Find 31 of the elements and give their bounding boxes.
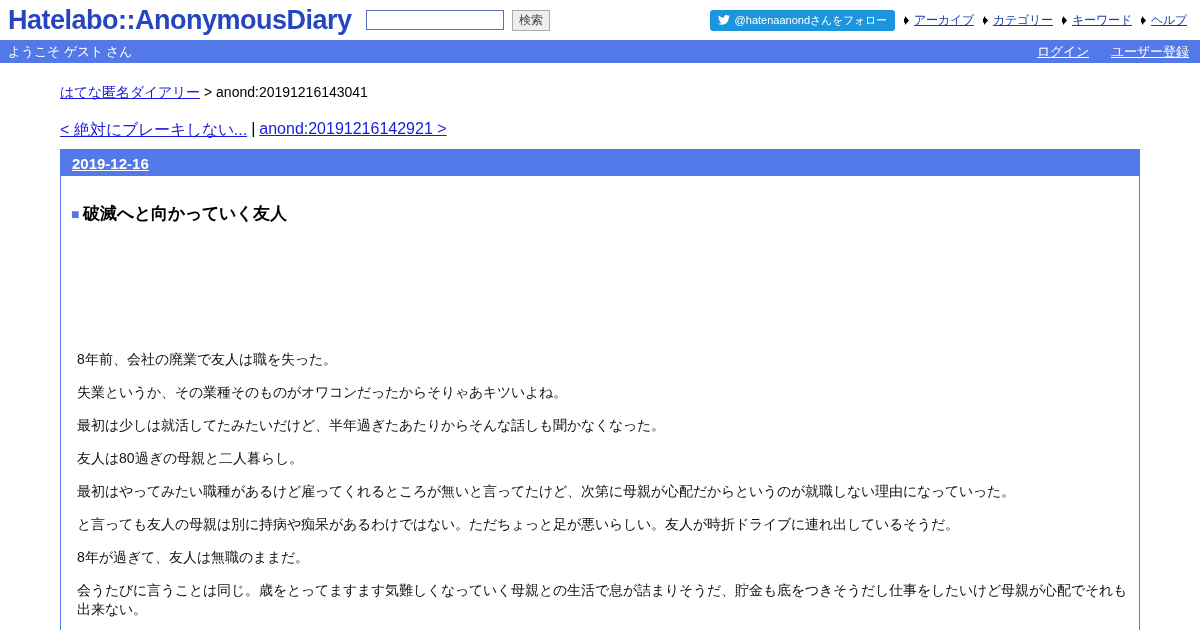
date-link[interactable]: 2019-12-16 <box>72 154 149 172</box>
search-button[interactable]: 検索 <box>511 9 550 31</box>
paragraph: 8年が過ぎて、友人は無職のままだ。 <box>77 548 310 567</box>
nav-link[interactable]: アーカイブ <box>914 11 974 29</box>
bird-icon <box>717 15 730 25</box>
paragraph: と言っても友人の母親は別に持病や痴呆があるわけではない。ただちょっと足が悪いらしい。友人が時折ドライブに連れ出しているそうだ。 <box>77 515 960 534</box>
breadcrumb-link[interactable]: はてな匿名ダイアリー <box>60 84 200 102</box>
welcome-text: ようこそ ゲスト さん <box>8 42 133 61</box>
arrow-icon <box>983 15 990 25</box>
next-entry-link[interactable]: anond:20191216142921 > <box>259 120 447 141</box>
prev-entry-link[interactable]: < 絶対にブレーキしない... <box>60 120 248 141</box>
section-marker-link[interactable]: ■ <box>71 205 80 222</box>
search-field[interactable] <box>365 10 504 30</box>
paragraph: 最初はやってみたい職種があるけど雇ってくれるところが無いと言ってたけど、次第に母親が心配だからというのが就職しない理由になっていった。 <box>77 482 1016 501</box>
breadcrumb-current: > anond:20191216143041 <box>204 84 368 102</box>
paragraph: 8年前、会社の廃業で友人は職を失った。 <box>77 350 338 369</box>
nav-link[interactable]: カテゴリー <box>993 11 1053 29</box>
nav-link[interactable]: キーワード <box>1072 11 1132 29</box>
nav-link[interactable]: ヘルプ <box>1151 11 1187 29</box>
pager-separator: | <box>251 120 256 139</box>
arrow-icon <box>1141 15 1148 25</box>
paragraph: 最初は少しは就活してたみたいだけど、半年過ぎたあたりからそんな話しも聞かなくなった。 <box>77 416 666 435</box>
entry-title: 破滅へと向かっていく友人 <box>83 203 288 225</box>
paragraph: 失業というか、その業種そのものがオワコンだったからそりゃあキツいよね。 <box>77 383 568 402</box>
paragraph: 友人は80過ぎの母親と二人暮らし。 <box>77 449 304 468</box>
paragraph: 会うたびに言うことは同じ。歳をとってますます気難しくなっていく母親との生活で息が詰まりそうだ、貯金も底をつきそうだし仕事をしたいけど母親が心配でそれも出来ない。 <box>77 581 1127 619</box>
account-link[interactable]: ログイン <box>1037 43 1089 59</box>
arrow-icon <box>1062 15 1069 25</box>
arrow-icon <box>904 15 911 25</box>
account-link[interactable]: ユーザー登録 <box>1111 43 1189 59</box>
site-logo[interactable]: Hatelabo::AnonymousDiary <box>8 4 352 36</box>
